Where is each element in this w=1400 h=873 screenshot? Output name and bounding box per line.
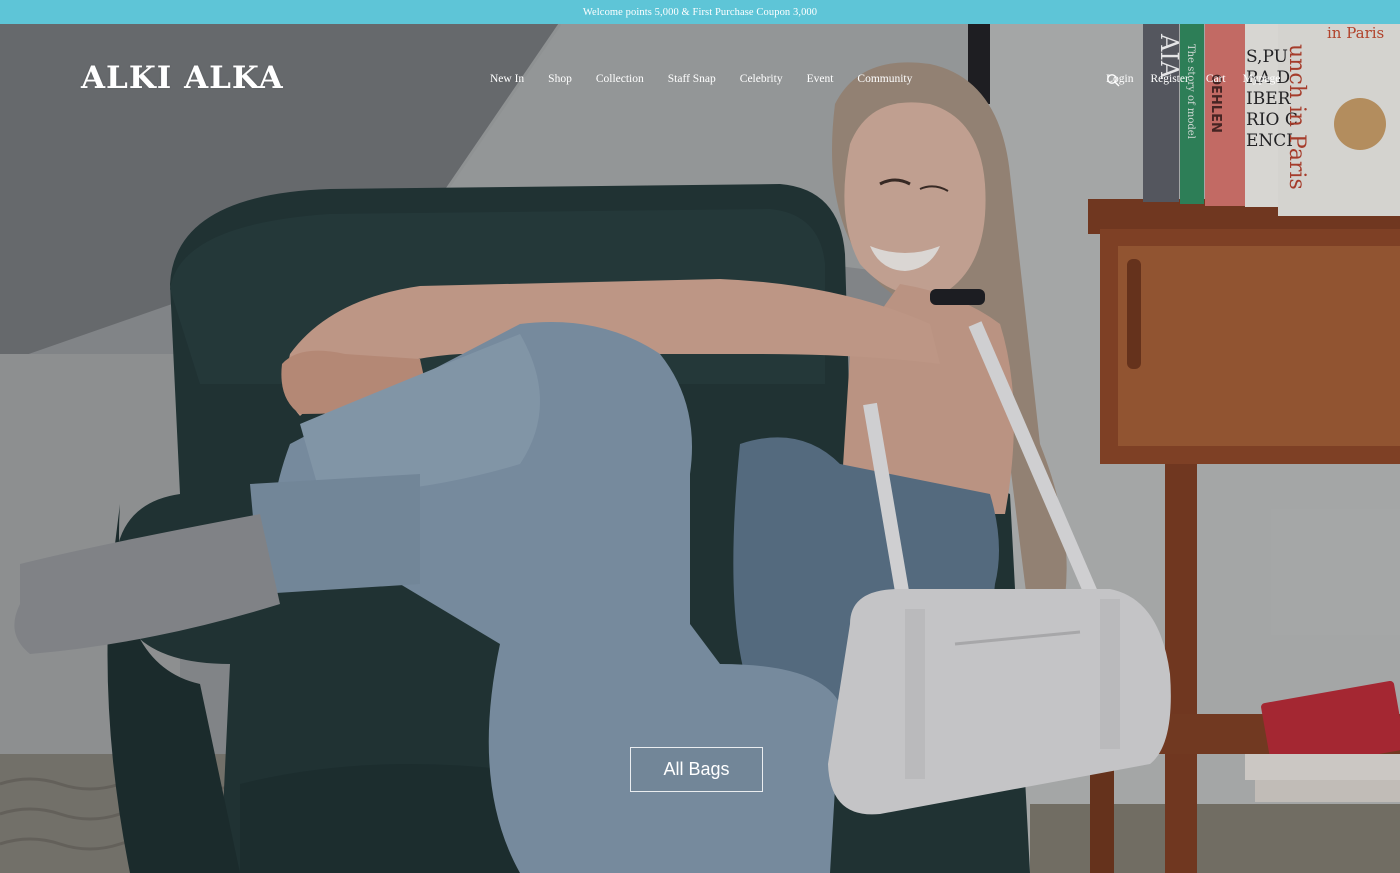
nav-item-event[interactable]: Event [807,73,834,85]
search-icon[interactable] [1106,73,1120,87]
nav-item-celebrity[interactable]: Celebrity [740,73,783,85]
nav-item-staff-snap[interactable]: Staff Snap [668,73,716,85]
nav-item-collection[interactable]: Collection [596,73,644,85]
hero-banner[interactable]: AIA The story of model OEHLEN S,PU RA D … [0,24,1400,873]
register-link[interactable]: Register [1150,73,1188,85]
site-logo[interactable]: ALKI ALKA [81,60,284,96]
mypage-link[interactable]: Mypage [1243,73,1281,85]
all-bags-button[interactable]: All Bags [630,747,763,792]
main-nav: New In Shop Collection Staff Snap Celebr… [490,73,936,85]
nav-item-community[interactable]: Community [857,73,912,85]
announcement-text: Welcome points 5,000 & First Purchase Co… [582,6,818,18]
announcement-bar: Welcome points 5,000 & First Purchase Co… [0,0,1400,24]
cart-link[interactable]: Cart [1206,73,1226,85]
hero-image: AIA The story of model OEHLEN S,PU RA D … [0,24,1400,873]
nav-item-shop[interactable]: Shop [548,73,572,85]
utility-nav: Login Register Cart Mypage [1106,73,1297,87]
nav-item-new-in[interactable]: New In [490,73,524,85]
